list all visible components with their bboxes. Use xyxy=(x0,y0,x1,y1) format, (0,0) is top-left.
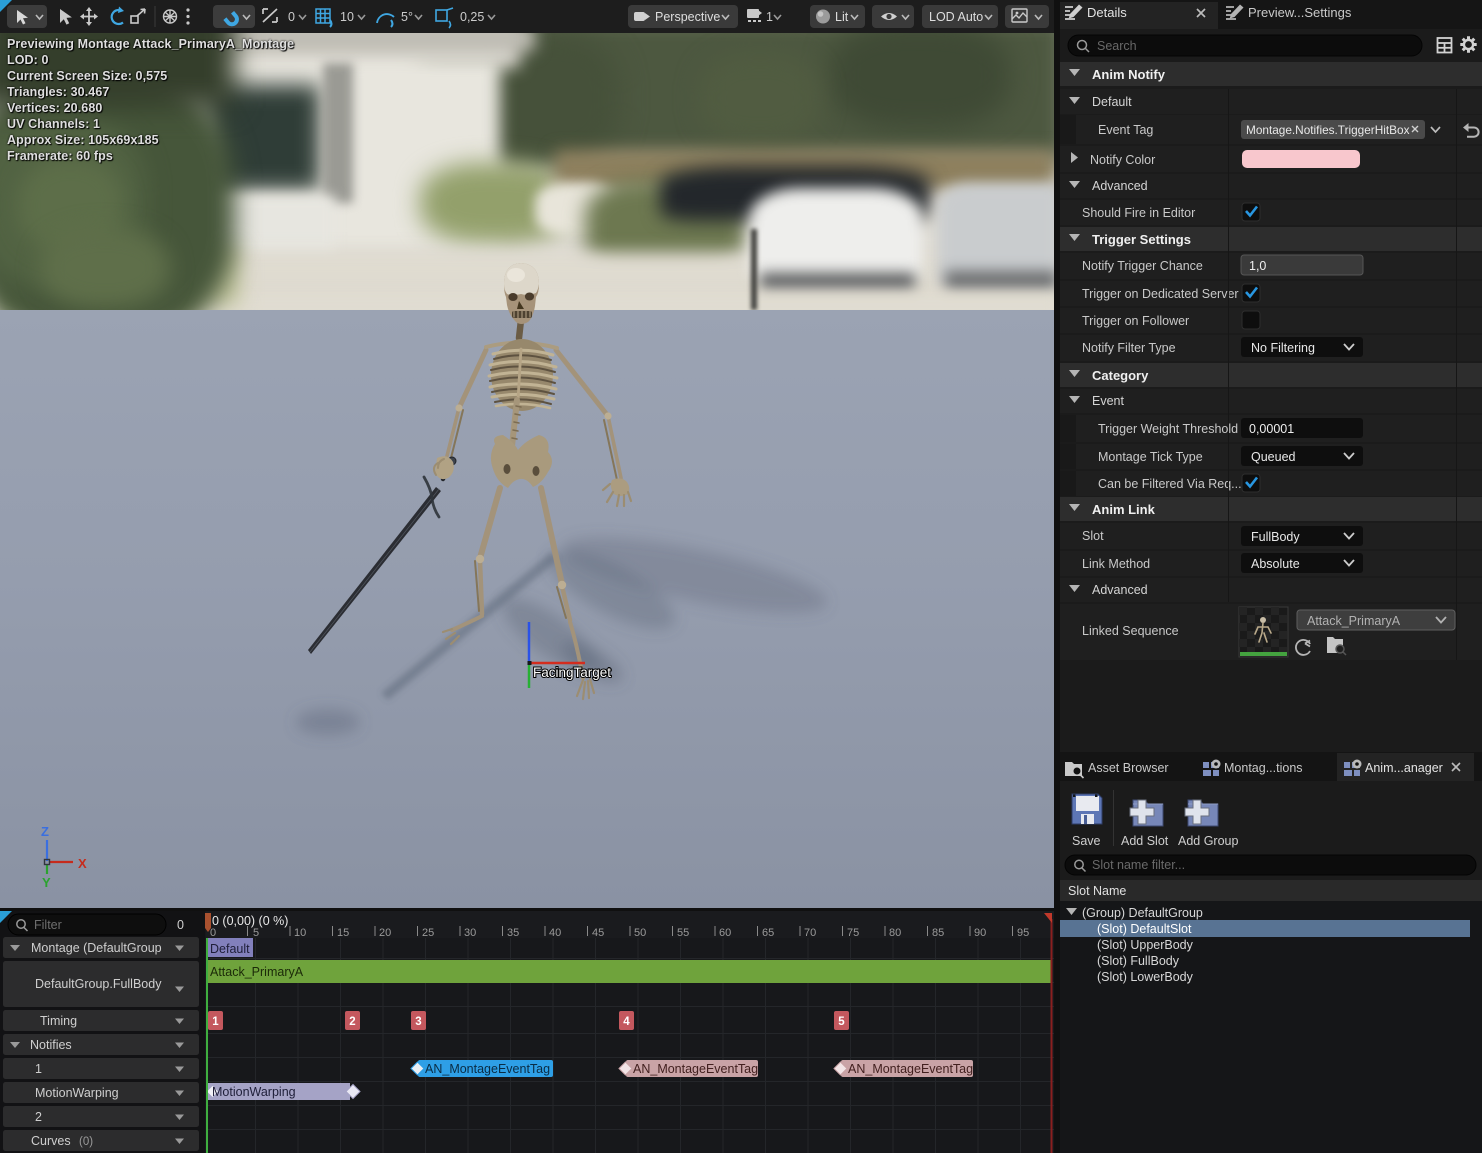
svg-text:2: 2 xyxy=(349,1016,355,1028)
svg-text:No Filtering: No Filtering xyxy=(1251,341,1315,355)
svg-text:AN_MontageEventTag: AN_MontageEventTag xyxy=(425,1062,550,1076)
svg-text:FullBody: FullBody xyxy=(1251,530,1300,544)
svg-text:Details: Details xyxy=(1087,5,1127,20)
svg-text:Add Slot: Add Slot xyxy=(1121,834,1169,848)
svg-text:Save: Save xyxy=(1072,834,1101,848)
svg-text:Attack_PrimaryA: Attack_PrimaryA xyxy=(210,965,304,979)
svg-text:X: X xyxy=(78,856,87,871)
svg-text:AN_MontageEventTag: AN_MontageEventTag xyxy=(848,1062,973,1076)
svg-text:20: 20 xyxy=(379,927,391,939)
svg-text:Notify Color: Notify Color xyxy=(1090,153,1155,167)
svg-text:65: 65 xyxy=(762,927,774,939)
svg-text:Search: Search xyxy=(1097,39,1137,53)
svg-text:Montage Tick Type: Montage Tick Type xyxy=(1098,450,1203,464)
svg-text:Add Group: Add Group xyxy=(1178,834,1239,848)
svg-text:Link Method: Link Method xyxy=(1082,557,1150,571)
svg-text:Trigger Weight Threshold: Trigger Weight Threshold xyxy=(1098,422,1238,436)
svg-text:(Slot) FullBody: (Slot) FullBody xyxy=(1097,954,1180,968)
svg-text:Anim Link: Anim Link xyxy=(1092,502,1156,517)
svg-text:Trigger on Follower: Trigger on Follower xyxy=(1082,314,1189,328)
svg-text:75: 75 xyxy=(847,927,859,939)
svg-text:(Slot) DefaultSlot: (Slot) DefaultSlot xyxy=(1097,922,1192,936)
svg-text:45: 45 xyxy=(592,927,604,939)
svg-text:Trigger on Dedicated Server: Trigger on Dedicated Server xyxy=(1082,287,1239,301)
svg-text:2: 2 xyxy=(35,1110,42,1124)
svg-text:35: 35 xyxy=(507,927,519,939)
svg-text:80: 80 xyxy=(889,927,901,939)
svg-text:Anim...anager: Anim...anager xyxy=(1365,761,1443,775)
svg-text:Anim Notify: Anim Notify xyxy=(1092,67,1166,82)
svg-text:55: 55 xyxy=(677,927,689,939)
svg-text:Y: Y xyxy=(42,875,51,890)
svg-text:(Slot) UpperBody: (Slot) UpperBody xyxy=(1097,938,1194,952)
svg-text:Timing: Timing xyxy=(40,1014,77,1028)
svg-text:0,00001: 0,00001 xyxy=(1249,422,1294,436)
svg-text:Montag...tions: Montag...tions xyxy=(1224,761,1303,775)
svg-text:Default: Default xyxy=(1092,95,1132,109)
svg-text:Slot: Slot xyxy=(1082,529,1104,543)
svg-text:Notifies: Notifies xyxy=(30,1038,72,1052)
svg-text:3: 3 xyxy=(415,1016,421,1028)
svg-text:AN_MontageEventTag: AN_MontageEventTag xyxy=(633,1062,758,1076)
svg-text:1,0: 1,0 xyxy=(1249,259,1266,273)
svg-text:0 (0,00) (0 %): 0 (0,00) (0 %) xyxy=(212,914,288,928)
svg-text:Advanced: Advanced xyxy=(1092,583,1148,597)
svg-text:Queued: Queued xyxy=(1251,450,1296,464)
svg-text:15: 15 xyxy=(337,927,349,939)
svg-text:40: 40 xyxy=(549,927,561,939)
svg-text:(Slot) LowerBody: (Slot) LowerBody xyxy=(1097,970,1194,984)
svg-text:60: 60 xyxy=(719,927,731,939)
svg-text:Can be Filtered Via Req...: Can be Filtered Via Req... xyxy=(1098,477,1242,491)
svg-text:Event: Event xyxy=(1092,394,1124,408)
svg-text:0: 0 xyxy=(177,918,184,932)
svg-text:Curves: Curves xyxy=(31,1134,71,1148)
svg-text:Linked Sequence: Linked Sequence xyxy=(1082,624,1179,638)
svg-text:Event Tag: Event Tag xyxy=(1098,123,1153,137)
svg-text:5: 5 xyxy=(838,1016,845,1028)
svg-text:25: 25 xyxy=(422,927,434,939)
svg-text:MotionWarping: MotionWarping xyxy=(35,1086,119,1100)
svg-text:Z: Z xyxy=(41,824,49,839)
svg-text:Absolute: Absolute xyxy=(1251,557,1300,571)
svg-text:(0): (0) xyxy=(79,1136,93,1148)
svg-text:Trigger Settings: Trigger Settings xyxy=(1092,232,1191,247)
svg-text:Preview...Settings: Preview...Settings xyxy=(1248,5,1352,20)
svg-text:4: 4 xyxy=(623,1016,630,1028)
svg-text:Should Fire in Editor: Should Fire in Editor xyxy=(1082,206,1195,220)
svg-text:50: 50 xyxy=(634,927,646,939)
svg-text:Filter: Filter xyxy=(34,918,62,932)
svg-text:0: 0 xyxy=(210,927,216,939)
svg-text:70: 70 xyxy=(804,927,816,939)
svg-text:MotionWarping: MotionWarping xyxy=(212,1085,296,1099)
svg-text:(Group) DefaultGroup: (Group) DefaultGroup xyxy=(1082,906,1203,920)
svg-text:90: 90 xyxy=(974,927,986,939)
svg-text:DefaultGroup.FullBody: DefaultGroup.FullBody xyxy=(35,977,162,991)
svg-text:Montage.Notifies.TriggerHitBox: Montage.Notifies.TriggerHitBox xyxy=(1246,123,1410,137)
svg-text:Slot name filter...: Slot name filter... xyxy=(1092,858,1185,872)
svg-text:Notify Trigger Chance: Notify Trigger Chance xyxy=(1082,259,1203,273)
svg-text:Notify Filter Type: Notify Filter Type xyxy=(1082,341,1176,355)
svg-text:Montage (DefaultGroup: Montage (DefaultGroup xyxy=(31,941,162,955)
svg-text:Default: Default xyxy=(210,942,250,956)
svg-text:Advanced: Advanced xyxy=(1092,179,1148,193)
svg-text:1: 1 xyxy=(212,1016,219,1028)
svg-text:10: 10 xyxy=(294,927,306,939)
svg-text:1: 1 xyxy=(35,1062,42,1076)
svg-text:95: 95 xyxy=(1017,927,1029,939)
svg-text:Attack_PrimaryA: Attack_PrimaryA xyxy=(1307,614,1401,628)
svg-text:5: 5 xyxy=(253,927,259,939)
svg-text:30: 30 xyxy=(464,927,476,939)
svg-text:Asset Browser: Asset Browser xyxy=(1088,761,1169,775)
svg-text:Slot Name: Slot Name xyxy=(1068,884,1126,898)
svg-text:85: 85 xyxy=(932,927,944,939)
svg-text:Category: Category xyxy=(1092,368,1149,383)
